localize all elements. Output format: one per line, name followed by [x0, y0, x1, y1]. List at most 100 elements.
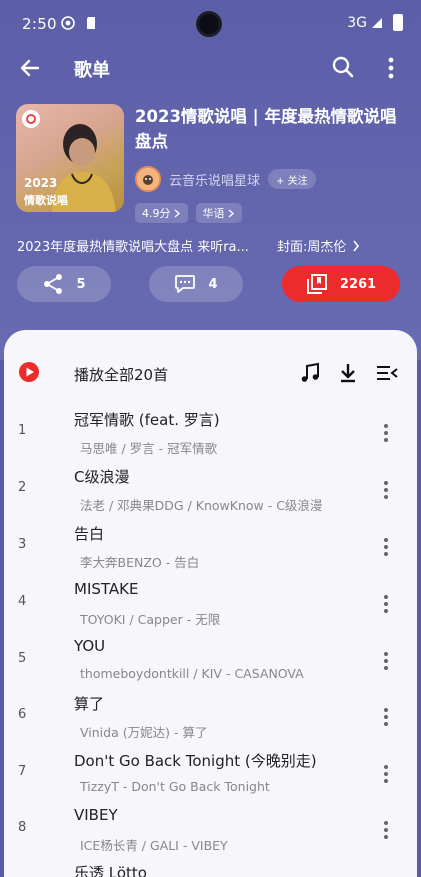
song-title: MISTAKE: [74, 580, 139, 598]
song-row[interactable]: 6 算了 Vinida (万妮达) - 算了: [0, 691, 421, 748]
song-index: 5: [18, 651, 27, 666]
creator-row[interactable]: 云音乐说唱星球 + 关注: [135, 165, 316, 193]
song-more-icon[interactable]: [378, 649, 394, 673]
rating-tag-label: 4.9分: [142, 207, 171, 220]
song-index: 6: [18, 707, 27, 722]
comment-button[interactable]: 4: [149, 266, 243, 302]
meta-separator: -: [263, 498, 277, 513]
song-more-icon[interactable]: [378, 818, 394, 842]
song-album: 算了: [182, 725, 208, 740]
song-artists: Vinida (万妮达): [80, 725, 170, 740]
status-right-cluster: 3G: [347, 14, 403, 31]
song-meta: thomeboydontkill / KIV - CASANOVA: [80, 666, 304, 681]
meta-separator: -: [154, 441, 168, 456]
song-meta: 法老 / 邓典果DDG / KnowKnow - C级浪漫: [80, 495, 322, 514]
song-meta: 马思唯 / 罗言 - 冠军情歌: [80, 438, 217, 457]
song-more-icon[interactable]: [378, 535, 394, 559]
network-type: 3G: [347, 14, 367, 31]
page-title: 歌单: [74, 60, 110, 81]
song-album: Don't Go Back Tonight: [131, 779, 270, 794]
chevron-right-icon: [228, 209, 234, 217]
song-title: VIBEY: [74, 806, 118, 824]
song-album: 无限: [195, 612, 221, 627]
song-row[interactable]: 7 Don't Go Back Tonight (今晚别走) TizzyT - Do…: [0, 748, 421, 805]
collect-icon: [306, 274, 327, 294]
meta-separator: -: [161, 555, 175, 570]
meta-separator: -: [182, 612, 196, 627]
song-artists: 马思唯 / 罗言: [80, 441, 155, 456]
song-artists: 李大奔BENZO: [80, 555, 162, 570]
song-row[interactable]: 9乐透 Lötto: [0, 860, 421, 877]
playlist-cover[interactable]: 2023 情歌说唱: [16, 104, 124, 212]
status-time: 2:50: [22, 15, 57, 33]
download-icon[interactable]: [336, 361, 360, 385]
multi-select-list-icon[interactable]: [375, 361, 399, 385]
song-meta: TOYOKI / Capper - 无限: [80, 609, 220, 628]
music-note-icon[interactable]: [298, 361, 322, 385]
collect-button[interactable]: 2261: [282, 266, 400, 302]
song-title: 冠军情歌 (feat. 罗言): [74, 411, 220, 429]
share-icon: [44, 274, 63, 294]
play-all-icon[interactable]: [18, 361, 40, 383]
meta-separator: -: [118, 779, 132, 794]
song-row[interactable]: 8 VIBEY ICE杨长青 / GALI - VIBEY: [0, 804, 421, 861]
meta-separator: -: [178, 838, 192, 853]
app-notification-icon: [61, 16, 75, 30]
follow-button[interactable]: + 关注: [268, 169, 316, 189]
playlist-description[interactable]: 2023年度最热情歌说唱大盘点 来听ra...: [17, 236, 267, 255]
chevron-right-icon: [174, 209, 180, 217]
song-more-icon[interactable]: [378, 478, 394, 502]
more-vert-icon[interactable]: [381, 54, 401, 82]
signal-icon: [372, 17, 382, 28]
song-index: 8: [18, 820, 27, 835]
tag-row: 4.9分 华语: [135, 203, 242, 223]
song-index: 4: [18, 594, 27, 609]
song-more-icon[interactable]: [378, 705, 394, 729]
song-index: 3: [18, 537, 27, 552]
language-tag-label: 华语: [202, 207, 225, 220]
netease-logo-icon: [22, 110, 40, 128]
language-tag[interactable]: 华语: [195, 203, 242, 223]
song-album: CASANOVA: [234, 666, 304, 681]
song-title: 乐透 Lötto: [74, 864, 147, 877]
play-all-label[interactable]: 播放全部20首: [74, 364, 168, 385]
song-row[interactable]: 4 MISTAKE TOYOKI / Capper - 无限: [0, 578, 421, 635]
avatar-face-icon: [138, 169, 158, 189]
status-bar: 2:50 3G: [0, 0, 421, 50]
chevron-right-icon: [353, 240, 360, 251]
song-title: YOU: [74, 637, 106, 655]
comment-count: 4: [208, 276, 218, 292]
cover-credit[interactable]: 封面:周杰伦: [277, 236, 360, 255]
top-app-bar: 歌单: [0, 48, 421, 88]
song-row[interactable]: 5 YOU thomeboydontkill / KIV - CASANOVA: [0, 635, 421, 692]
back-arrow-icon[interactable]: [16, 54, 44, 82]
song-title: 算了: [74, 695, 105, 713]
song-meta: TizzyT - Don't Go Back Tonight: [80, 779, 270, 794]
song-meta: ICE杨长青 / GALI - VIBEY: [80, 835, 228, 854]
song-index: 7: [18, 764, 27, 779]
battery-icon: [393, 14, 403, 31]
song-more-icon[interactable]: [378, 592, 394, 616]
song-artists: thomeboydontkill / KIV: [80, 666, 222, 681]
song-more-icon[interactable]: [378, 762, 394, 786]
song-row[interactable]: 2 C级浪漫 法老 / 邓典果DDG / KnowKnow - C级浪漫: [0, 464, 421, 521]
song-album: 冠军情歌: [167, 441, 218, 456]
song-more-icon[interactable]: [378, 421, 394, 445]
share-count: 5: [76, 276, 86, 292]
song-meta: Vinida (万妮达) - 算了: [80, 722, 207, 741]
song-artists: TOYOKI / Capper: [80, 612, 183, 627]
song-row[interactable]: 1 冠军情歌 (feat. 罗言) 马思唯 / 罗言 - 冠军情歌: [0, 407, 421, 464]
search-icon[interactable]: [330, 54, 356, 80]
front-camera: [196, 11, 222, 37]
share-button[interactable]: 5: [17, 266, 111, 302]
song-title: C级浪漫: [74, 468, 130, 486]
rating-tag[interactable]: 4.9分: [135, 203, 188, 223]
song-row[interactable]: 3 告白 李大奔BENZO - 告白: [0, 521, 421, 578]
song-index: 1: [18, 423, 27, 438]
cover-subtitle: 情歌说唱: [24, 194, 68, 207]
creator-name[interactable]: 云音乐说唱星球: [169, 170, 260, 189]
creator-avatar[interactable]: [135, 166, 161, 192]
cover-year: 2023: [24, 176, 58, 190]
comment-icon: [175, 275, 196, 293]
song-title: Don't Go Back Tonight (今晚别走): [74, 752, 317, 770]
